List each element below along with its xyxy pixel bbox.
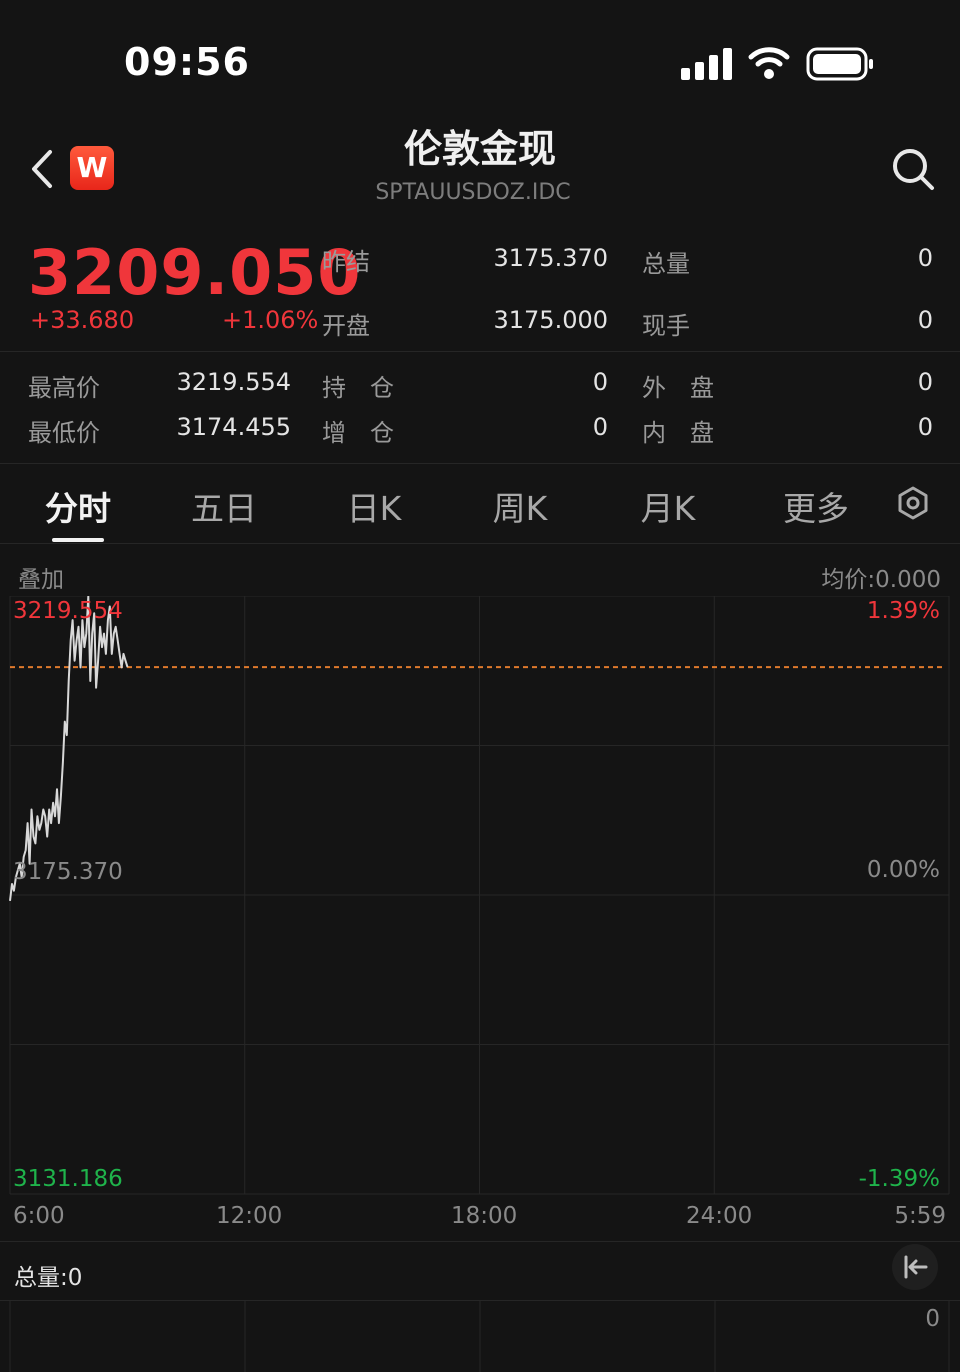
value-outer-disk: 0 [917, 368, 933, 396]
volume-axis-label: 0 [925, 1306, 940, 1332]
cellular-signal-icon [681, 48, 732, 80]
chart-settings-icon[interactable] [896, 486, 930, 520]
value-current-lots: 0 [917, 306, 933, 334]
volume-total-label: 总量:0 [14, 1265, 83, 1291]
y-axis-low-label: 3131.186 [13, 1166, 123, 1192]
tab-daily-k[interactable]: 日K [326, 482, 422, 530]
price-change-percent: +1.06% [222, 306, 319, 334]
intraday-chart[interactable] [0, 596, 960, 1196]
value-open: 3175.000 [493, 306, 608, 334]
search-icon[interactable] [890, 146, 936, 192]
price-change: +33.680 [30, 306, 135, 334]
label-current-lots: 现手 [642, 312, 690, 340]
x-tick-label: 5:59 [894, 1203, 946, 1229]
instrument-code: SPTAUUSDOZ.IDC [375, 180, 571, 205]
tab-intraday[interactable]: 分时 [30, 482, 126, 530]
label-high: 最高价 [28, 374, 100, 402]
chart-grid [9, 596, 950, 1195]
x-tick-label: 18:00 [451, 1203, 518, 1229]
divider [0, 1241, 960, 1242]
label-open-interest: 持 仓 [322, 374, 394, 402]
volume-chart [9, 1301, 950, 1372]
battery-icon [806, 47, 873, 81]
wifi-icon [748, 47, 790, 79]
pct-axis-low-label: -1.39% [858, 1166, 940, 1192]
value-prev-settle: 3175.370 [493, 244, 608, 272]
label-low: 最低价 [28, 419, 100, 447]
value-low: 3174.455 [176, 413, 291, 441]
tab-monthly-k[interactable]: 月K [620, 482, 716, 530]
divider [0, 543, 960, 544]
label-prev-settle: 昨结 [322, 248, 370, 276]
scroll-to-start-button[interactable] [892, 1244, 938, 1290]
collapse-left-icon [904, 1255, 928, 1279]
active-tab-indicator [52, 538, 104, 542]
label-total-volume: 总量 [642, 250, 690, 278]
pct-axis-mid-label: 0.00% [866, 857, 940, 883]
x-tick-label: 6:00 [13, 1203, 65, 1229]
overlay-button[interactable]: 叠加 [18, 560, 64, 594]
last-price: 3209.050 [28, 236, 362, 309]
price-line [9, 596, 129, 902]
label-oi-change: 增 仓 [322, 419, 394, 447]
value-open-interest: 0 [592, 368, 608, 396]
page-title: 伦敦金现 [403, 127, 556, 171]
average-price: 均价:0.000 [821, 567, 941, 593]
label-outer-disk: 外 盘 [642, 374, 714, 402]
divider [0, 463, 960, 464]
value-total-volume: 0 [917, 244, 933, 272]
tab-more[interactable]: 更多 [768, 482, 864, 530]
value-high: 3219.554 [176, 368, 291, 396]
x-tick-label: 24:00 [686, 1203, 753, 1229]
label-inner-disk: 内 盘 [642, 419, 714, 447]
x-tick-label: 12:00 [216, 1203, 283, 1229]
status-time: 09:56 [124, 40, 250, 84]
divider [0, 351, 960, 352]
y-axis-mid-label: 3175.370 [13, 859, 123, 885]
value-oi-change: 0 [592, 413, 608, 441]
value-inner-disk: 0 [917, 413, 933, 441]
pct-axis-high-label: 1.39% [866, 598, 940, 624]
label-open: 开盘 [322, 312, 370, 340]
y-axis-high-label: 3219.554 [13, 598, 123, 624]
tab-five-day[interactable]: 五日 [176, 482, 272, 530]
tab-weekly-k[interactable]: 周K [472, 482, 568, 530]
